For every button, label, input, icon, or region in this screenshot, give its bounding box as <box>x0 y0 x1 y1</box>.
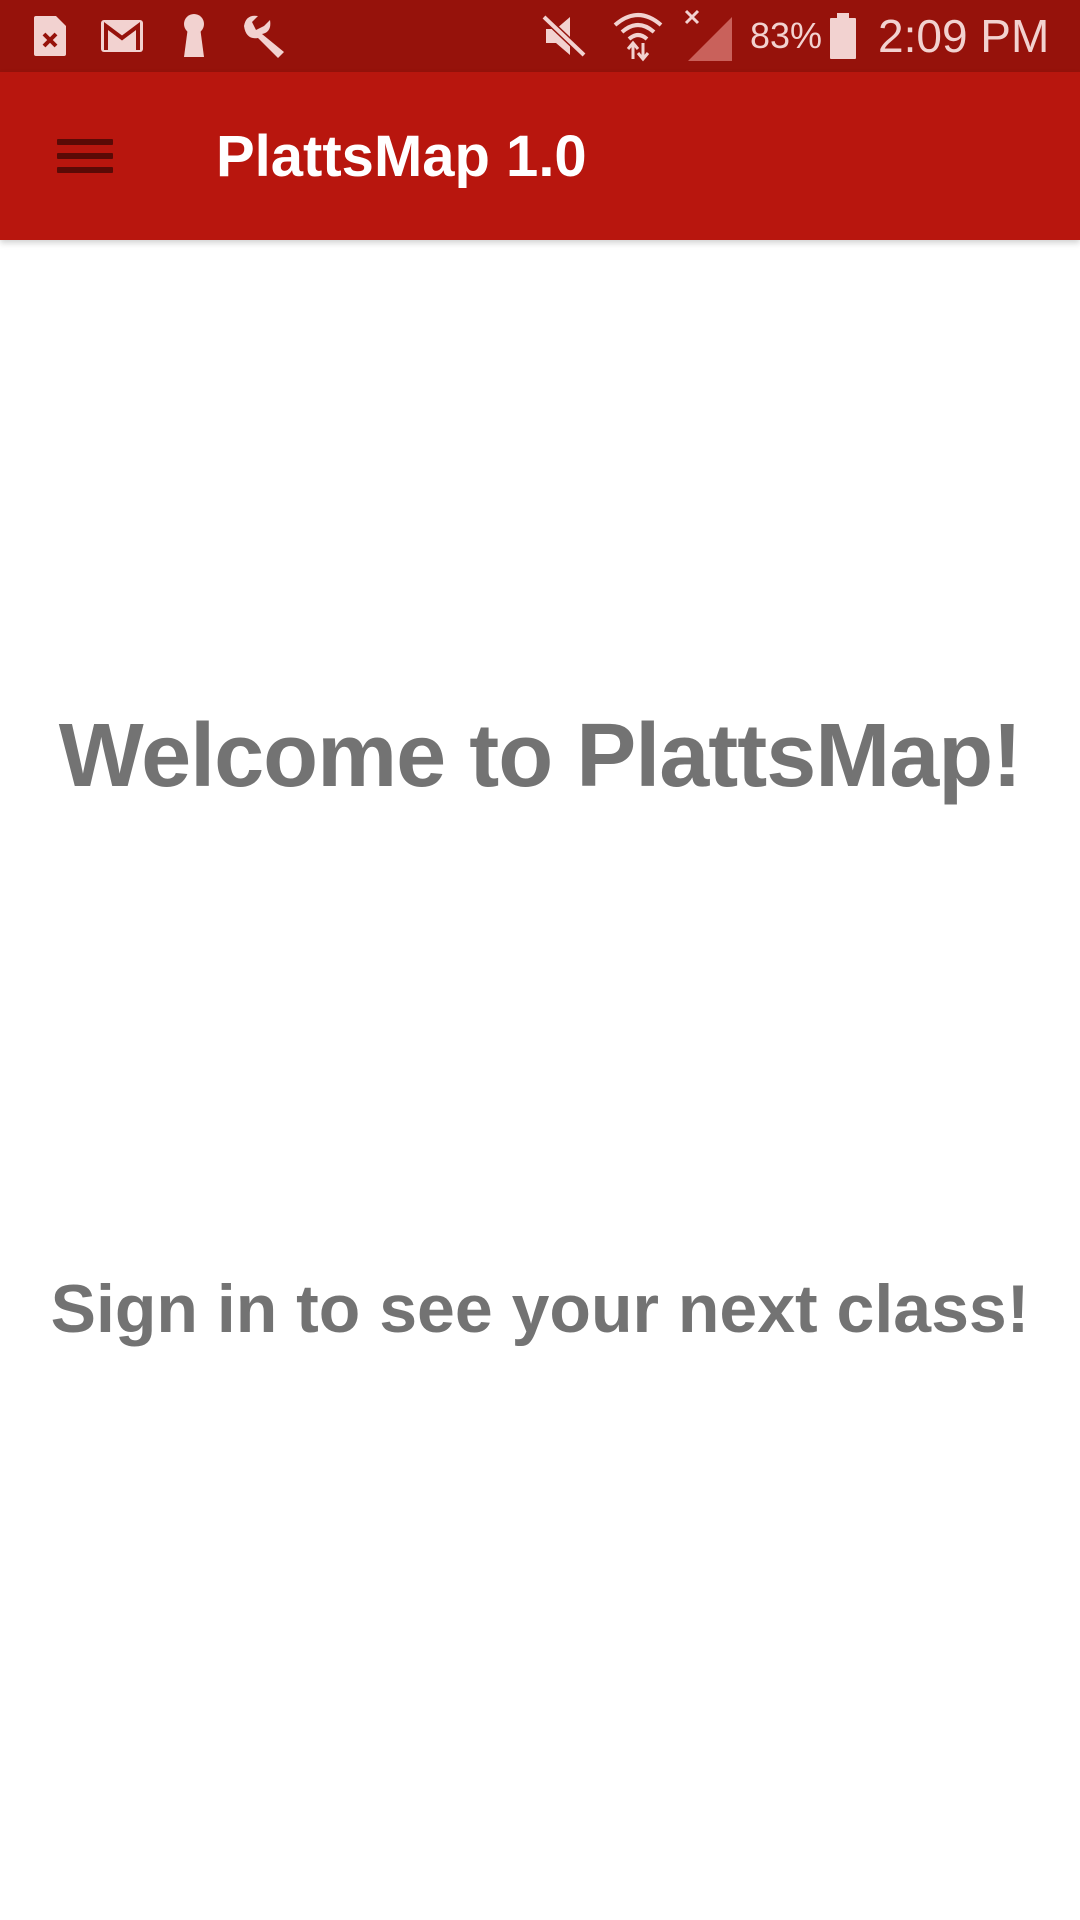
app-title: PlattsMap 1.0 <box>216 123 587 189</box>
no-signal-icon <box>684 0 736 72</box>
welcome-heading: Welcome to PlattsMap! <box>58 706 1023 806</box>
wrench-icon <box>238 0 290 72</box>
signin-prompt: Sign in to see your next class! <box>50 1271 1030 1347</box>
mute-icon <box>538 0 590 72</box>
sim-error-icon <box>30 0 70 72</box>
hamburger-menu-icon[interactable] <box>30 102 138 210</box>
status-bar: 83% 2:09 PM <box>0 0 1080 72</box>
gmail-icon <box>98 0 146 72</box>
battery-icon <box>826 0 860 72</box>
clock: 2:09 PM <box>878 10 1050 62</box>
keyhole-icon <box>176 0 212 72</box>
wifi-icon <box>610 0 666 72</box>
app-bar: PlattsMap 1.0 <box>0 72 1080 240</box>
main-content: Welcome to PlattsMap! Sign in to see you… <box>0 240 1080 1920</box>
battery-percent: 83% <box>750 15 823 56</box>
